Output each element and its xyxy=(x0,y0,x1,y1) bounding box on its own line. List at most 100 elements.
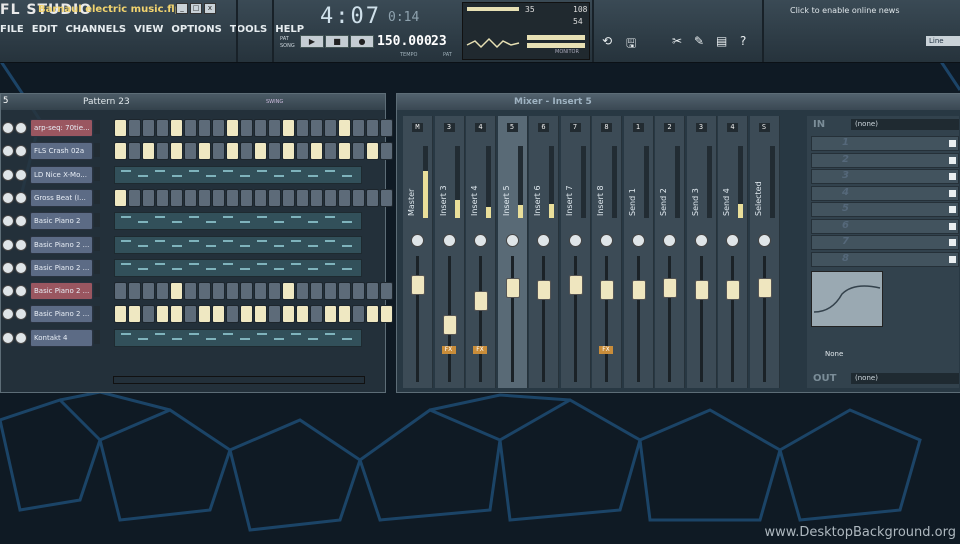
volume-knob[interactable] xyxy=(15,145,27,158)
step-button[interactable] xyxy=(296,305,309,324)
step-button[interactable] xyxy=(212,282,225,301)
channel-name-button[interactable]: Basic Piano 2 ... xyxy=(30,258,93,277)
effect-slot[interactable]: 2 xyxy=(811,152,959,168)
step-button[interactable] xyxy=(254,305,267,324)
piano-roll-preview[interactable] xyxy=(114,258,362,277)
slot-enable-toggle[interactable] xyxy=(949,206,956,213)
eq-graph[interactable] xyxy=(811,271,883,327)
step-button[interactable] xyxy=(226,188,239,207)
step-button[interactable] xyxy=(268,188,281,207)
save-icon[interactable]: 🖫 xyxy=(626,34,636,55)
effect-slot[interactable]: 8 xyxy=(811,251,959,267)
step-button[interactable] xyxy=(324,142,337,161)
mixer-track[interactable]: 2 Send 2 xyxy=(655,116,685,388)
pan-knob[interactable] xyxy=(2,261,14,274)
pan-knob[interactable] xyxy=(2,238,14,251)
pan-knob[interactable] xyxy=(2,191,14,204)
step-button[interactable] xyxy=(338,282,351,301)
volume-fader[interactable] xyxy=(600,279,614,300)
step-button[interactable] xyxy=(352,305,365,324)
volume-fader[interactable] xyxy=(474,290,488,311)
news-text[interactable]: Click to enable online news xyxy=(790,6,900,15)
volume-fader[interactable] xyxy=(442,315,457,336)
step-button[interactable] xyxy=(254,282,267,301)
effect-slot[interactable]: 1 xyxy=(811,136,959,151)
step-button[interactable] xyxy=(170,142,183,161)
mixer-track[interactable]: 6 Insert 6 xyxy=(529,116,559,388)
step-button[interactable] xyxy=(128,142,141,161)
step-button[interactable] xyxy=(366,142,379,161)
step-button[interactable] xyxy=(366,119,379,137)
volume-fader[interactable] xyxy=(568,275,583,296)
step-button[interactable] xyxy=(184,305,197,324)
volume-knob[interactable] xyxy=(15,122,27,134)
wrench-icon[interactable]: ✎ xyxy=(694,34,704,48)
mixer-track[interactable]: 3 Send 3 xyxy=(686,116,717,388)
slot-enable-toggle[interactable] xyxy=(949,222,956,230)
channel-name-button[interactable]: Basic Piano 2 xyxy=(30,212,93,231)
pan-knob[interactable] xyxy=(442,234,456,247)
fx-indicator[interactable]: FX xyxy=(599,346,613,354)
step-button[interactable] xyxy=(296,119,309,137)
volume-fader[interactable] xyxy=(505,277,520,298)
mixer-track[interactable]: S Selected xyxy=(749,116,780,388)
step-button[interactable] xyxy=(254,188,267,207)
mixer-track[interactable]: 4 Insert 4 FX xyxy=(466,116,496,388)
pan-knob[interactable] xyxy=(726,234,739,247)
menu-edit[interactable]: EDIT xyxy=(32,24,58,35)
effect-slot[interactable]: 6 xyxy=(811,218,959,234)
pan-knob[interactable] xyxy=(694,234,708,247)
step-button[interactable] xyxy=(128,305,141,324)
volume-knob[interactable] xyxy=(15,215,27,228)
step-button[interactable] xyxy=(128,282,141,301)
step-button[interactable] xyxy=(310,305,323,324)
channel-select-led[interactable] xyxy=(94,213,100,228)
step-button[interactable] xyxy=(198,305,211,324)
volume-fader[interactable] xyxy=(663,277,677,298)
step-button[interactable] xyxy=(198,282,211,301)
step-button[interactable] xyxy=(198,142,211,161)
step-button[interactable] xyxy=(366,305,379,324)
mixer-track[interactable]: 4 Send 4 xyxy=(718,116,748,388)
step-button[interactable] xyxy=(184,188,197,207)
pan-knob[interactable] xyxy=(600,234,613,247)
step-button[interactable] xyxy=(184,282,197,301)
volume-fader[interactable] xyxy=(631,279,646,300)
piano-roll-preview[interactable] xyxy=(114,212,362,231)
volume-knob[interactable] xyxy=(15,331,27,344)
effect-slot[interactable]: 5 xyxy=(811,202,959,217)
step-button[interactable] xyxy=(198,188,211,207)
step-button[interactable] xyxy=(268,282,281,301)
step-button[interactable] xyxy=(240,142,253,161)
slot-enable-toggle[interactable] xyxy=(949,189,956,197)
mixer-track[interactable]: 5 Insert 5 xyxy=(497,116,528,388)
step-button[interactable] xyxy=(282,119,295,137)
channel-select-led[interactable] xyxy=(94,259,100,274)
step-button[interactable] xyxy=(212,119,225,137)
step-button[interactable] xyxy=(282,142,295,161)
step-button[interactable] xyxy=(170,305,183,324)
close-button[interactable]: x xyxy=(204,3,216,14)
pattern-selector[interactable]: Pattern 23 xyxy=(83,97,130,107)
step-button[interactable] xyxy=(212,305,225,324)
output-select[interactable]: (none) xyxy=(851,373,959,384)
step-button[interactable] xyxy=(366,188,379,207)
pan-knob[interactable] xyxy=(2,215,14,228)
step-button[interactable] xyxy=(114,119,127,137)
step-button[interactable] xyxy=(324,119,337,137)
step-button[interactable] xyxy=(268,142,281,161)
piano-roll-preview[interactable] xyxy=(114,328,362,347)
pan-knob[interactable] xyxy=(2,122,14,134)
volume-fader[interactable] xyxy=(411,275,425,296)
channel-name-button[interactable]: Basic Piano 2 ... xyxy=(30,235,93,254)
cut-icon[interactable]: ✂ xyxy=(672,34,682,48)
step-button[interactable] xyxy=(156,282,169,301)
input-select[interactable]: (none) xyxy=(851,119,959,130)
channel-select-led[interactable] xyxy=(94,166,100,181)
undo-icon[interactable]: ⟲ xyxy=(602,34,612,48)
volume-knob[interactable] xyxy=(15,261,27,274)
mixer-track[interactable]: 8 Insert 8 FX xyxy=(592,116,622,388)
channel-name-button[interactable]: FLS Crash 02a xyxy=(30,142,93,161)
pan-knob[interactable] xyxy=(2,285,14,298)
step-button[interactable] xyxy=(380,305,393,324)
